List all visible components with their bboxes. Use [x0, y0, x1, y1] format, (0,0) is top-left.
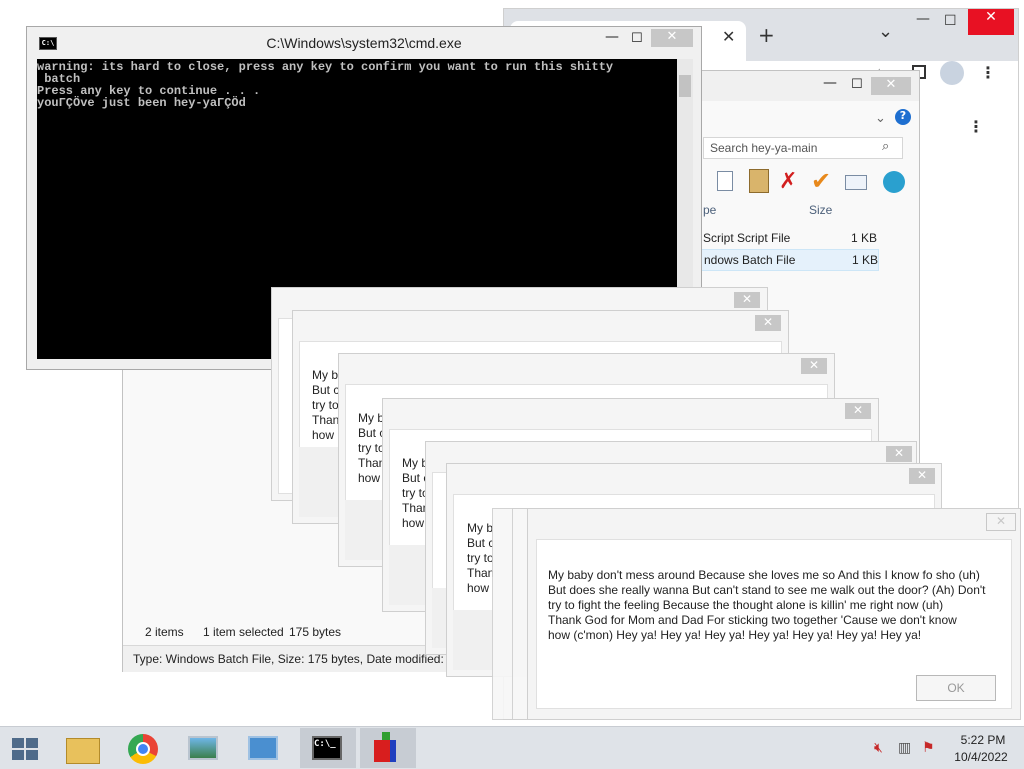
script-cube-icon [374, 740, 396, 762]
close-window-button[interactable]: ✕ [651, 29, 693, 47]
details-text: Type: Windows Batch File, Size: 175 byte… [133, 652, 454, 666]
photo-viewer-icon [188, 736, 218, 760]
new-tab-button[interactable]: + [758, 23, 775, 47]
search-input[interactable]: Search hey-ya-main ⌕ [703, 137, 903, 159]
lyric-line: Than [467, 566, 493, 580]
batch-script-taskbar-icon[interactable] [360, 728, 416, 768]
page-more-icon[interactable]: ⋮ [968, 117, 984, 136]
minimize-icon[interactable]: — [916, 11, 930, 27]
action-center-icon[interactable]: ⚑ [922, 740, 935, 756]
lyric-line: My baby don't mess around Because she lo… [548, 568, 980, 582]
lyric-line: Than [358, 456, 384, 470]
ok-button[interactable]: OK [916, 675, 996, 701]
network-icon[interactable]: ▥ [898, 740, 911, 756]
lyric-line: how [467, 581, 490, 595]
close-dialog-button[interactable]: ✕ [909, 468, 935, 484]
maximize-icon[interactable]: ☐ [631, 31, 643, 46]
cmd-line: warning: its hard to close, press any ke… [37, 60, 614, 74]
cmd-taskbar-icon[interactable]: C:\_ [300, 728, 356, 768]
lyric-line: But c [467, 536, 493, 550]
size-column-header[interactable]: Size [809, 203, 832, 217]
lyric-line: Than [312, 413, 338, 427]
lyric-line: try to [312, 398, 338, 412]
lyric-line: Thank God for Mom and Dad For sticking t… [548, 613, 957, 627]
address-dropdown-icon[interactable]: ⌄ [875, 111, 886, 126]
close-window-button[interactable]: ✕ [871, 77, 911, 95]
photos-taskbar-icon[interactable] [176, 728, 232, 768]
start-button[interactable] [0, 728, 56, 768]
close-tab-icon[interactable]: ✕ [722, 27, 735, 46]
file-type: ndows Batch File [704, 253, 796, 267]
file-row-selected[interactable]: ndows Batch File 1 KB [701, 249, 879, 271]
file-row[interactable]: Script Script File 1 KB [701, 227, 877, 247]
close-dialog-button[interactable]: ✕ [986, 513, 1016, 531]
more-menu-icon[interactable]: ⋮ [980, 63, 996, 82]
tab-search-button[interactable]: ⌄ [878, 21, 893, 42]
volume-muted-icon[interactable]: 🔇︎ [874, 740, 883, 756]
search-placeholder: Search hey-ya-main [710, 141, 818, 155]
search-icon: ⌕ [882, 139, 890, 154]
control-panel-taskbar-icon[interactable] [236, 728, 292, 768]
folder-icon [66, 738, 100, 764]
close-window-button[interactable]: ✕ [968, 9, 1014, 35]
lyric-line: how (c'mon) Hey ya! Hey ya! Hey ya! Hey … [548, 628, 922, 642]
copy-icon[interactable] [717, 171, 733, 191]
lyric-line: try to [467, 551, 493, 565]
lyric-line: My b [467, 521, 493, 535]
profile-avatar[interactable] [940, 61, 964, 85]
clock-date[interactable]: 10/4/2022 [950, 750, 1012, 764]
close-dialog-button[interactable]: ✕ [801, 358, 827, 374]
close-dialog-button[interactable]: ✕ [845, 403, 871, 419]
maximize-icon[interactable]: ☐ [944, 13, 957, 29]
lyric-line: But c [312, 383, 338, 397]
command-prompt-icon: C:\_ [312, 736, 342, 760]
file-type: Script Script File [703, 231, 791, 245]
properties-icon[interactable] [883, 171, 905, 193]
close-dialog-button[interactable]: ✕ [886, 446, 912, 462]
lyric-line: how [358, 471, 381, 485]
windows-logo-icon [12, 738, 38, 760]
lyric-line: try to fight the feeling Because the tho… [548, 598, 944, 612]
file-size: 1 KB [852, 253, 879, 267]
lyric-line: how [312, 428, 335, 442]
message-box-front: ✕ My baby don't mess around Because she … [527, 508, 1021, 720]
status-item-count: 2 items [145, 625, 184, 639]
cmd-title: C:\Windows\system32\cmd.exe [266, 35, 462, 51]
minimize-icon[interactable]: — [823, 75, 837, 91]
checkmark-icon[interactable]: ✔ [811, 167, 831, 195]
lyric-line: But does she really wanna But can't stan… [548, 583, 986, 597]
clock-time[interactable]: 5:22 PM [956, 733, 1010, 747]
control-panel-icon [248, 736, 278, 760]
help-icon[interactable]: ? [895, 109, 911, 125]
close-dialog-button[interactable]: ✕ [734, 292, 760, 308]
status-bytes: 175 bytes [289, 625, 342, 639]
maximize-icon[interactable]: ☐ [851, 77, 863, 92]
type-column-header[interactable]: pe [703, 203, 716, 217]
status-selected: 1 item selected [203, 625, 284, 639]
minimize-icon[interactable]: — [605, 29, 619, 45]
rename-icon[interactable] [845, 175, 867, 190]
cmd-line: youΓÇÖve just been hey-yaΓÇÖd [37, 96, 246, 110]
lyric-line: try to [358, 441, 384, 455]
file-size: 1 KB [851, 231, 878, 245]
lyric-line: My b [312, 368, 338, 382]
delete-icon[interactable]: ✗ [779, 169, 797, 194]
close-dialog-button[interactable]: ✕ [755, 315, 781, 331]
paste-icon[interactable] [749, 169, 769, 193]
chrome-taskbar-icon[interactable] [116, 728, 172, 768]
scrollbar-thumb[interactable] [679, 75, 691, 97]
file-explorer-taskbar-icon[interactable] [56, 728, 112, 768]
lyric-line: My b [358, 411, 384, 425]
lyric-line: But c [358, 426, 384, 440]
